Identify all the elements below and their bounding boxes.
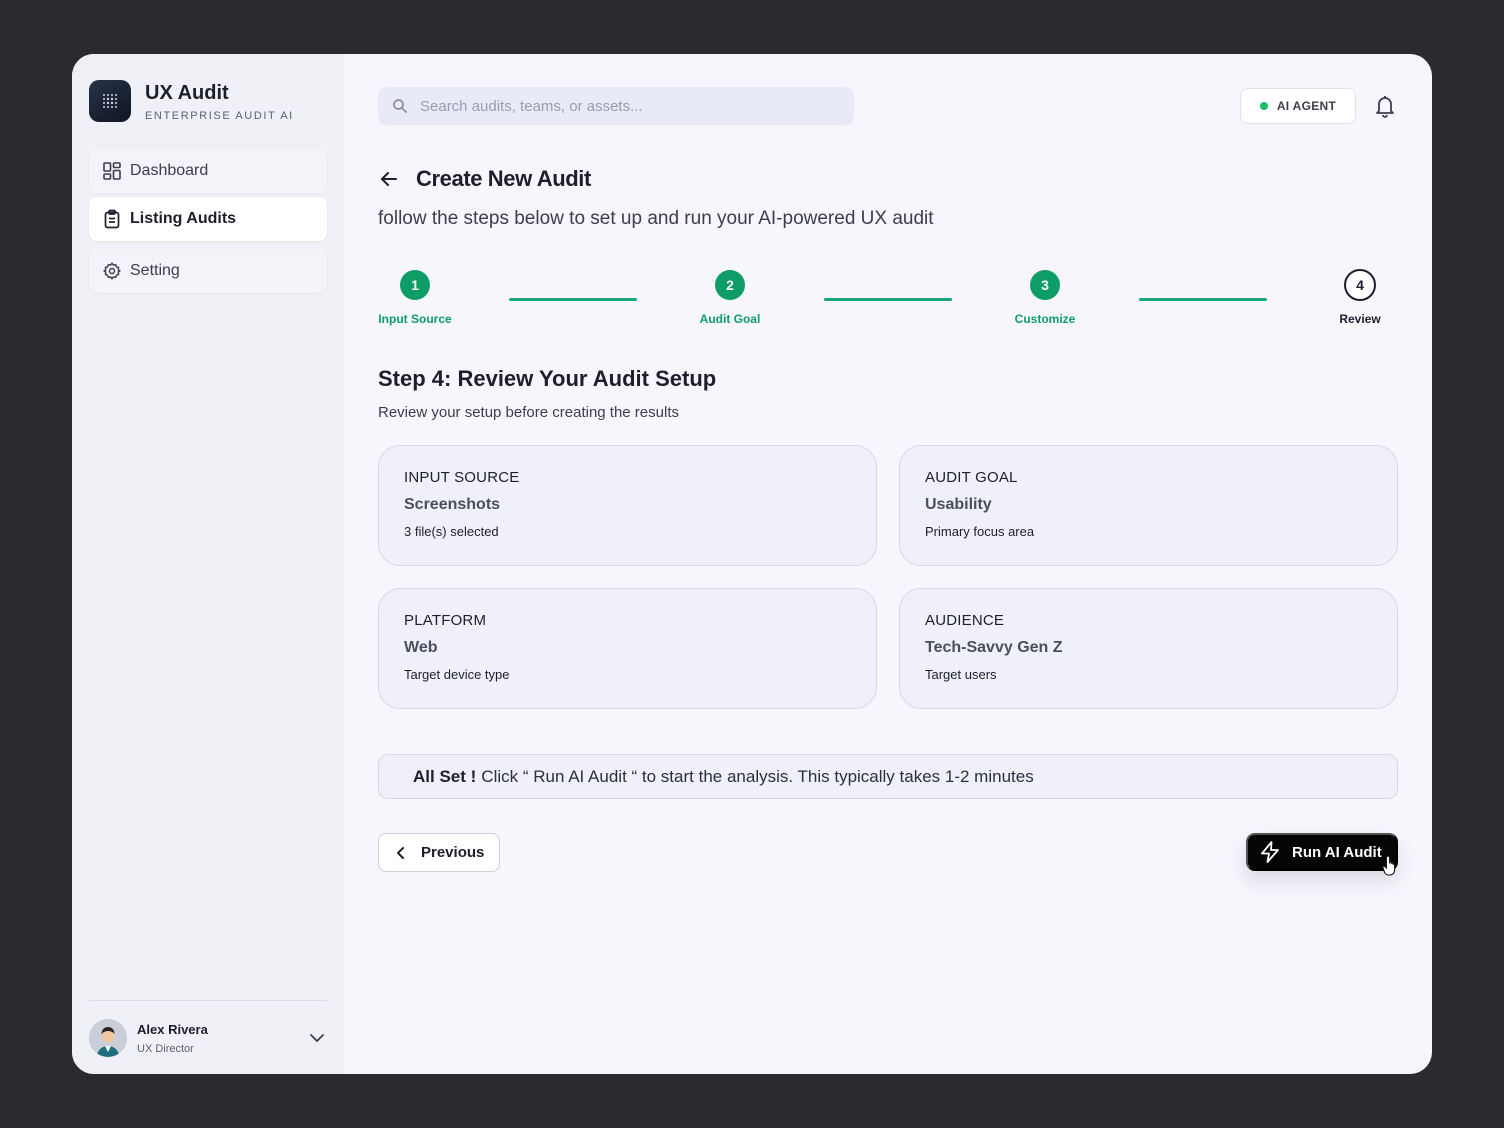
step-label: Customize xyxy=(1014,312,1076,326)
section-subtitle: Review your setup before creating the re… xyxy=(378,404,679,421)
card-description: Target users xyxy=(925,667,997,682)
step-number: 1 xyxy=(400,270,430,300)
card-label: PLATFORM xyxy=(404,612,487,629)
gear-icon xyxy=(102,261,122,281)
sidebar-item-dashboard[interactable]: Dashboard xyxy=(89,149,327,193)
user-name: Alex Rivera xyxy=(137,1021,208,1037)
app-window: UX Audit ENTERPRISE AUDIT AI Dashboard L… xyxy=(72,54,1432,1074)
card-label: AUDIT GOAL xyxy=(925,469,1018,486)
step-connector xyxy=(509,298,637,301)
review-card-input-source: INPUT SOURCE Screenshots 3 file(s) selec… xyxy=(378,445,877,566)
lightning-icon xyxy=(1258,840,1282,864)
step-connector xyxy=(1139,298,1267,301)
logo-icon xyxy=(89,80,131,122)
step-label: Input Source xyxy=(378,312,452,326)
ai-agent-badge[interactable]: AI AGENT xyxy=(1240,88,1356,124)
bell-icon[interactable] xyxy=(1374,94,1396,118)
user-menu[interactable]: Alex Rivera UX Director xyxy=(89,1018,327,1058)
card-label: INPUT SOURCE xyxy=(404,469,520,486)
sidebar: UX Audit ENTERPRISE AUDIT AI Dashboard L… xyxy=(72,54,344,1074)
page-subtitle: follow the steps below to set up and run… xyxy=(378,208,934,229)
card-description: Primary focus area xyxy=(925,524,1035,539)
back-arrow-icon[interactable] xyxy=(378,168,400,190)
sidebar-item-setting[interactable]: Setting xyxy=(89,249,327,293)
step-label: Audit Goal xyxy=(699,312,761,326)
pointer-cursor-icon xyxy=(1382,854,1400,876)
dashboard-icon xyxy=(102,161,122,181)
step-customize[interactable]: 3 Customize xyxy=(985,270,1105,326)
card-value: Web xyxy=(404,639,438,656)
review-card-audience: AUDIENCE Tech-Savvy Gen Z Target users xyxy=(899,588,1398,709)
brand[interactable]: UX Audit ENTERPRISE AUDIT AI xyxy=(89,80,294,122)
step-audit-goal[interactable]: 2 Audit Goal xyxy=(670,270,790,326)
section-title: Step 4: Review Your Audit Setup xyxy=(378,366,717,391)
sidebar-item-label: Dashboard xyxy=(130,162,209,179)
sidebar-item-label: Setting xyxy=(130,262,180,279)
review-card-audit-goal: AUDIT GOAL Usability Primary focus area xyxy=(899,445,1398,566)
card-value: Screenshots xyxy=(404,496,501,513)
divider xyxy=(89,1000,327,1001)
step-review[interactable]: 4 Review xyxy=(1300,269,1420,326)
previous-button[interactable]: Previous xyxy=(378,833,500,872)
search-input[interactable] xyxy=(420,97,820,115)
avatar xyxy=(89,1019,127,1057)
step-number: 4 xyxy=(1344,269,1376,301)
card-description: 3 file(s) selected xyxy=(404,524,499,539)
page-title: Create New Audit xyxy=(416,166,591,191)
card-label: AUDIENCE xyxy=(925,612,1005,629)
chevron-left-icon xyxy=(393,845,409,861)
notice-text: Click “ Run AI Audit “ to start the anal… xyxy=(481,766,1034,786)
run-label: Run AI Audit xyxy=(1292,843,1382,861)
notice-strong: All Set ! xyxy=(413,766,477,786)
card-value: Tech-Savvy Gen Z xyxy=(925,639,1063,656)
review-card-platform: PLATFORM Web Target device type xyxy=(378,588,877,709)
chevron-down-icon[interactable] xyxy=(307,1028,327,1048)
card-value: Usability xyxy=(925,496,992,513)
sidebar-item-label: Listing Audits xyxy=(130,210,237,227)
step-number: 3 xyxy=(1030,270,1060,300)
previous-label: Previous xyxy=(421,844,485,861)
ready-notice: All Set ! Click “ Run AI Audit “ to star… xyxy=(378,754,1398,799)
step-number: 2 xyxy=(715,270,745,300)
search-bar[interactable] xyxy=(378,87,854,125)
user-role: UX Director xyxy=(137,1042,194,1055)
step-label: Review xyxy=(1339,312,1381,326)
ai-agent-label: AI AGENT xyxy=(1276,99,1337,113)
status-dot xyxy=(1259,102,1268,110)
card-description: Target device type xyxy=(404,667,510,682)
step-input-source[interactable]: 1 Input Source xyxy=(355,270,475,326)
clipboard-icon xyxy=(102,209,122,229)
search-icon xyxy=(392,98,408,114)
sidebar-item-listing-audits[interactable]: Listing Audits xyxy=(89,197,327,241)
step-connector xyxy=(824,298,952,301)
brand-subtitle: ENTERPRISE AUDIT AI xyxy=(145,109,294,122)
brand-name: UX Audit xyxy=(145,81,229,104)
run-ai-audit-button[interactable]: Run AI Audit xyxy=(1246,833,1398,871)
